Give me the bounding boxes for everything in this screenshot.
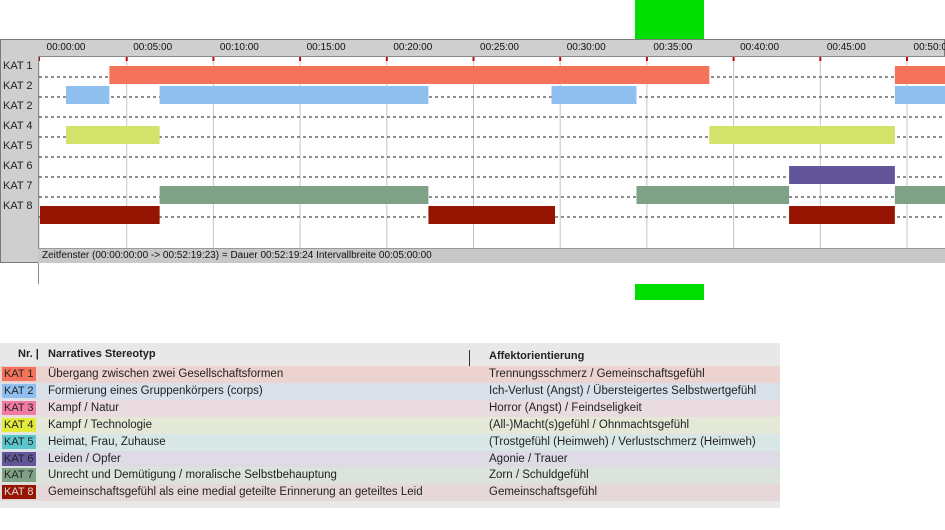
category-segment (159, 186, 429, 204)
time-tick-label: 00:15:00 (306, 42, 346, 53)
legend-row: KAT 3 Kampf / Natur Horror (Angst) / Feind… (0, 399, 780, 417)
time-tick-label: 00:45:00 (826, 42, 866, 53)
stereotype-text: Übergang zwischen zwei Gesellschaftsform… (48, 368, 284, 380)
column-header-affekt: Affektorientierung (489, 350, 585, 362)
row-label: KAT 7 (3, 180, 33, 192)
time-tick-label: 00:35:00 (653, 42, 693, 53)
timeline-svg (39, 57, 945, 249)
row-label: KAT 1 (3, 60, 33, 72)
stereotype-text: Kampf / Technologie (48, 418, 152, 431)
category-segment (789, 206, 895, 224)
row-label: KAT 8 (3, 200, 33, 212)
stereotype-text: Formierung eines Gruppenkörpers (corps) (48, 384, 263, 397)
category-badge: KAT 6 (2, 451, 36, 466)
category-badge: KAT 3 (2, 400, 36, 415)
column-header-stereotype: Narratives Stereotyp (48, 348, 156, 360)
category-segment (636, 186, 790, 204)
stereotype-text: Heimat, Frau, Zuhause (48, 435, 166, 448)
legend-row: KAT 4 Kampf / Technologie (All-)Macht(s)ge… (0, 416, 780, 434)
legend-row: KAT 6 Leiden / Opfer Agonie / Trauer (0, 450, 780, 468)
affekt-text: Gemeinschaftsgefühl (489, 486, 598, 499)
legend-row: KAT 8 Gemeinschaftsgefühl als eine medial… (0, 484, 780, 502)
row-label: KAT 4 (3, 120, 33, 132)
category-segment (551, 86, 637, 104)
stereotype-text: Unrecht und Demütigung / moralische Selb… (48, 469, 337, 482)
time-highlight-marker-top (635, 0, 704, 39)
category-badge: KAT 2 (2, 383, 36, 398)
legend-table: Nr. | Narratives Stereotyp Affektorienti… (0, 343, 780, 508)
stereotype-text: Leiden / Opfer (48, 452, 121, 465)
category-badge: KAT 4 (2, 417, 36, 432)
category-badge: KAT 7 (2, 468, 36, 483)
stereotype-text: Kampf / Natur (48, 401, 119, 414)
time-tick-label: 00:25:00 (480, 42, 519, 53)
category-segment (789, 166, 895, 184)
row-label: KAT 2 (3, 100, 33, 112)
time-tick-label: 00:05:00 (133, 42, 173, 53)
category-segment (894, 66, 945, 84)
category-badge: KAT 5 (2, 434, 36, 449)
status-text: Zeitfenster (00:00:00:00 -> 00:52:19:23)… (42, 250, 432, 261)
time-tick-label: 00:50:00 (913, 42, 945, 53)
legend-row: KAT 5 Heimat, Frau, Zuhause (Trostgefühl (… (0, 433, 780, 451)
affekt-text: (All-)Macht(s)gefühl / Ohnmachtsgefühl (489, 418, 690, 431)
legend-row: KAT 7 Unrecht und Demütigung / moralische… (0, 467, 780, 485)
category-segment (40, 206, 160, 224)
column-header-nr: Nr. | (18, 348, 39, 360)
affekt-text: (Trostgefühl (Heimweh) / Verlustschmerz … (489, 435, 756, 448)
time-tick-label: 00:20:00 (393, 42, 433, 53)
row-label: KAT 6 (3, 160, 33, 172)
category-segment (428, 206, 555, 224)
affekt-text: Horror (Angst) / Feindseligkeit (489, 401, 642, 414)
timeline-panel: 00:00:00 00:05:00 00:10:00 00:15:00 00:20:00… (0, 39, 945, 284)
time-tick-label: 00:30:00 (566, 42, 606, 53)
status-bar: Zeitfenster (00:00:00:00 -> 00:52:19:23)… (38, 248, 945, 263)
time-tick-label: 00:00:00 (46, 42, 86, 53)
category-segment (109, 66, 710, 84)
affekt-text: Trennungsschmerz / Gemeinschaftsgefühl (489, 368, 705, 380)
stereotype-text: Gemeinschaftsgefühl als eine medial gete… (48, 486, 423, 499)
affekt-text: Agonie / Trauer (489, 452, 568, 465)
category-segment (159, 86, 429, 104)
category-segment (894, 86, 945, 104)
category-badge: KAT 8 (2, 485, 36, 500)
category-badge: KAT 1 (2, 367, 36, 381)
affekt-text: Zorn / Schuldgefühl (489, 469, 589, 482)
legend-row: KAT 1 Übergang zwischen zwei Gesellschaft… (0, 366, 780, 383)
category-segment (66, 86, 110, 104)
legend-row: KAT 2 Formierung eines Gruppenkörpers (co… (0, 382, 780, 400)
row-label: KAT 2 (3, 80, 33, 92)
category-segment (894, 186, 945, 204)
time-tick-label: 00:10:00 (219, 42, 259, 53)
category-segment (66, 126, 160, 144)
time-tick-label: 00:40:00 (740, 42, 780, 53)
row-label: KAT 5 (3, 140, 33, 152)
category-segment (709, 126, 895, 144)
affekt-text: Ich-Verlust (Angst) / Übersteigertes Sel… (489, 384, 757, 397)
